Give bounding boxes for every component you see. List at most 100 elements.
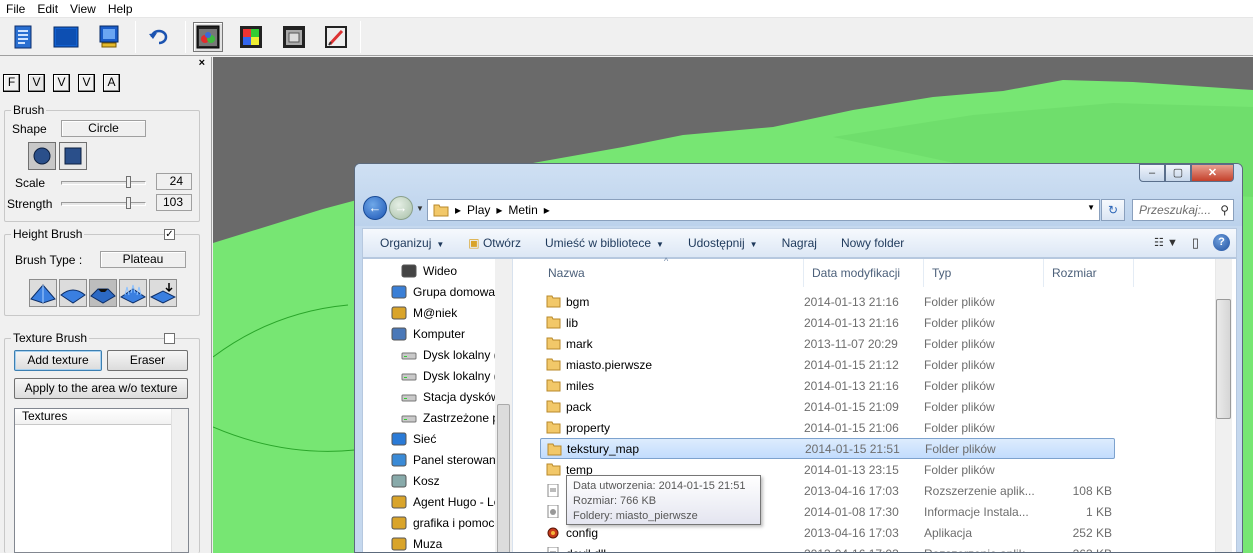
cmd-share[interactable]: Udostępnij ▼	[676, 236, 770, 250]
nav-item[interactable]: Zastrzeżone prz	[401, 407, 509, 428]
strength-slider-thumb[interactable]	[126, 197, 131, 209]
open-window-button[interactable]	[51, 22, 81, 52]
nav-item[interactable]: Komputer	[391, 323, 465, 344]
apply-area-button[interactable]: Apply to the area w/o texture	[14, 378, 188, 399]
undo-button[interactable]	[144, 22, 174, 52]
table-row[interactable]: bgm 2014-01-13 21:16 Folder plików	[540, 291, 1115, 312]
nav-item-icon	[391, 453, 407, 467]
table-row[interactable]: devil.dll 2013-04-16 17:03 Rozszerzenie ap…	[540, 543, 1115, 553]
nav-item[interactable]: Wideo	[401, 260, 457, 281]
history-dropdown-icon[interactable]: ▼	[416, 204, 424, 213]
column-name[interactable]: Nazwa	[540, 259, 804, 287]
new-document-button[interactable]	[8, 22, 38, 52]
textures-scrollbar[interactable]	[171, 409, 188, 552]
add-texture-button[interactable]: Add texture	[14, 350, 102, 371]
table-row[interactable]: property 2014-01-15 21:06 Folder plików	[540, 417, 1115, 438]
brush-edit-button[interactable]	[321, 22, 351, 52]
textures-list[interactable]: Textures	[14, 408, 189, 553]
address-dropdown-icon[interactable]: ▼	[1087, 203, 1095, 212]
table-row[interactable]: mark 2013-11-07 20:29 Folder plików	[540, 333, 1115, 354]
nav-item[interactable]: Stacja dysków I	[401, 386, 506, 407]
cmd-open[interactable]: ▣ Otwórz	[456, 236, 533, 250]
tab-v2[interactable]: V	[53, 74, 70, 92]
nav-item[interactable]: Agent Hugo - Le	[391, 491, 500, 512]
table-row[interactable]: lib 2014-01-13 21:16 Folder plików	[540, 312, 1115, 333]
help-icon[interactable]: ?	[1213, 234, 1230, 251]
table-row[interactable]: tekstury_map 2014-01-15 21:51 Folder plikó…	[540, 438, 1115, 459]
column-date[interactable]: Data modyfikacji	[804, 259, 924, 287]
tab-f[interactable]: F	[3, 74, 20, 92]
file-scrollbar-thumb[interactable]	[1216, 299, 1231, 419]
monitor-button[interactable]	[94, 22, 124, 52]
view-options-icon[interactable]: ☷ ▼	[1154, 236, 1178, 249]
file-type: Rozszerzenie aplik...	[924, 547, 1035, 553]
column-size[interactable]: Rozmiar	[1044, 259, 1134, 287]
table-row[interactable]: config 2013-04-16 17:03 Aplikacja 252 KB	[540, 522, 1115, 543]
nav-scrollbar-thumb[interactable]	[497, 404, 510, 552]
menu-help[interactable]: Help	[102, 0, 139, 18]
nav-item[interactable]: Muza	[391, 533, 442, 552]
strength-value[interactable]: 103	[156, 194, 192, 211]
forward-button[interactable]: →	[389, 196, 413, 220]
nav-item[interactable]: grafika i pomoce	[391, 512, 501, 533]
texture-view-button[interactable]	[236, 22, 266, 52]
breadcrumb-separator[interactable]: ▸	[455, 203, 461, 217]
close-button[interactable]: ✕	[1191, 164, 1234, 182]
nav-item[interactable]: Panel sterowania	[391, 449, 505, 470]
table-row[interactable]: pack 2014-01-15 21:09 Folder plików	[540, 396, 1115, 417]
breadcrumb-metin[interactable]: Metin	[508, 203, 537, 217]
cmd-organize[interactable]: Organizuj ▼	[363, 236, 456, 250]
nav-item-label: Panel sterowania	[413, 452, 506, 467]
brush-type-noise[interactable]	[119, 279, 147, 307]
breadcrumb-play[interactable]: Play	[467, 203, 490, 217]
tab-v1[interactable]: V	[28, 74, 45, 92]
breadcrumb-separator[interactable]: ▸	[496, 203, 502, 217]
tab-a[interactable]: A	[103, 74, 120, 92]
refresh-button[interactable]: ↻	[1101, 199, 1125, 221]
tab-v3[interactable]: V	[78, 74, 95, 92]
brush-type-up[interactable]	[29, 279, 57, 307]
menu-edit[interactable]: Edit	[31, 0, 64, 18]
nav-item[interactable]: Kosz	[391, 470, 440, 491]
attribute-view-button[interactable]	[279, 22, 309, 52]
height-brush-checkbox[interactable]: ✓	[164, 229, 175, 240]
brush-type-smooth[interactable]	[59, 279, 87, 307]
back-button[interactable]: ←	[363, 196, 387, 220]
eraser-button[interactable]: Eraser	[107, 350, 188, 371]
table-row[interactable]: miles 2014-01-13 21:16 Folder plików	[540, 375, 1115, 396]
scale-label: Scale	[15, 176, 46, 190]
brush-type-plateau[interactable]	[89, 279, 117, 307]
objects-view-button[interactable]	[193, 22, 223, 52]
cmd-include-library[interactable]: Umieść w bibliotece ▼	[533, 236, 676, 250]
scale-value[interactable]: 24	[156, 173, 192, 190]
square-shape-button[interactable]	[59, 142, 87, 170]
table-row[interactable]: miasto.pierwsze 2014-01-15 21:12 Folder pl…	[540, 354, 1115, 375]
menu-view[interactable]: View	[64, 0, 102, 18]
minimize-button[interactable]: –	[1139, 164, 1165, 182]
chevron-down-icon: ▼	[656, 240, 664, 249]
nav-item[interactable]: Grupa domowa	[391, 281, 495, 302]
preview-pane-icon[interactable]: ▯	[1192, 235, 1199, 251]
brush-type-flatten[interactable]	[149, 279, 177, 307]
textures-column-header[interactable]: Textures	[15, 409, 175, 425]
cmd-new-folder[interactable]: Nowy folder	[829, 236, 916, 250]
scale-slider-thumb[interactable]	[126, 176, 131, 188]
maximize-button[interactable]: ▢	[1165, 164, 1191, 182]
nav-item[interactable]: Dysk lokalny (C	[401, 344, 506, 365]
nav-item[interactable]: M@niek	[391, 302, 457, 323]
search-input[interactable]: Przeszukaj:... ⚲	[1132, 199, 1234, 221]
file-name: bgm	[566, 294, 590, 309]
address-bar[interactable]: ▸ Play ▸ Metin ▸ ▼	[427, 199, 1100, 221]
nav-item[interactable]: Dysk lokalny (D	[401, 365, 506, 386]
nav-item[interactable]: Sieć	[391, 428, 436, 449]
raise-terrain-icon	[30, 284, 56, 304]
cmd-burn[interactable]: Nagraj	[770, 236, 829, 250]
tooltip-folders: Foldery: miasto_pierwsze	[573, 510, 698, 522]
column-type[interactable]: Typ	[924, 259, 1044, 287]
nav-item-label: grafika i pomoce	[413, 515, 502, 530]
circle-shape-button[interactable]	[28, 142, 56, 170]
breadcrumb-separator[interactable]: ▸	[544, 203, 550, 217]
panel-close-button[interactable]: ×	[199, 57, 205, 69]
texture-brush-checkbox[interactable]	[164, 333, 175, 344]
menu-file[interactable]: File	[0, 0, 31, 18]
